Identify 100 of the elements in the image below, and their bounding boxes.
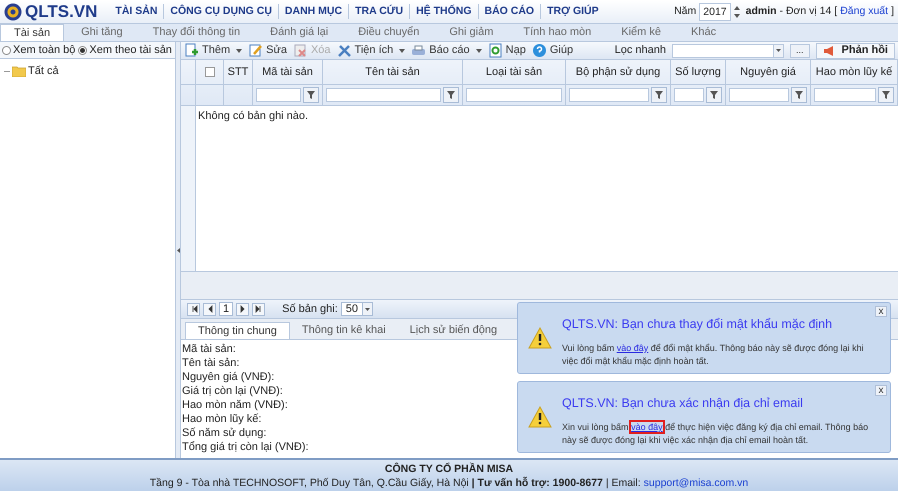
tab[interactable]: Ghi giảm xyxy=(436,24,506,41)
column-header[interactable]: Số lượng xyxy=(671,60,726,84)
page-size-select[interactable]: 50 xyxy=(340,302,374,316)
unit-label: - Đơn vị 14 [ xyxy=(780,4,838,19)
field-label: Số năm sử dụng: xyxy=(182,426,266,440)
here-link[interactable]: vào đây xyxy=(616,342,648,353)
field-label: Giá trị còn lại (VNĐ): xyxy=(182,384,283,398)
filter-button[interactable] xyxy=(303,87,319,103)
tab[interactable]: Tài sản xyxy=(0,24,64,41)
pager-button[interactable] xyxy=(203,302,216,316)
field-label: Mã tài sản: xyxy=(182,342,236,356)
caret-icon[interactable] xyxy=(476,48,482,52)
tools-icon xyxy=(336,43,352,58)
horizontal-scrollbar[interactable] xyxy=(181,271,898,299)
toolbar-button[interactable]: Giúp xyxy=(532,42,574,59)
warning-icon xyxy=(528,406,552,428)
edit-document-icon xyxy=(248,43,264,58)
tab[interactable]: Đánh giá lại xyxy=(257,24,342,41)
field-label: Hao mòn lũy kế: xyxy=(182,412,262,426)
notification-title: QLTS.VN: Bạn chưa xác nhận địa chỉ email xyxy=(562,395,804,412)
column-header[interactable]: Bộ phận sử dụng xyxy=(566,60,671,84)
filter-button[interactable] xyxy=(706,87,722,103)
filter-button[interactable] xyxy=(651,87,667,103)
help-icon xyxy=(532,43,547,58)
pager-button[interactable] xyxy=(252,302,266,316)
column-header[interactable]: Loại tài sản xyxy=(463,60,566,84)
user-name: admin xyxy=(746,4,777,19)
page-field[interactable]: 1 xyxy=(219,302,234,316)
company-name: CÔNG TY CỔ PHẦN MISA xyxy=(384,462,514,476)
pager-button[interactable] xyxy=(187,302,200,316)
logout-link[interactable]: Đăng xuất xyxy=(840,4,888,20)
radio-label[interactable]: Xem toàn bộ xyxy=(13,42,76,58)
filter-field[interactable] xyxy=(814,88,876,102)
select-all-checkbox[interactable] xyxy=(204,67,214,77)
tab[interactable]: Kiểm kê xyxy=(608,24,674,41)
toolbar-button[interactable]: Sửa xyxy=(248,42,287,59)
page-size-label: Số bản ghi: xyxy=(282,302,338,317)
column-header[interactable]: Tên tài sản xyxy=(323,60,463,84)
menu-item[interactable]: CÔNG CỤ DỤNG CỤ xyxy=(163,4,278,20)
collapse-arrow-icon[interactable] xyxy=(176,248,180,252)
filter-button[interactable] xyxy=(878,87,894,103)
quick-filter-field[interactable] xyxy=(672,44,784,58)
column-header[interactable]: STT xyxy=(224,60,253,84)
close-button[interactable]: x xyxy=(875,385,887,396)
menu-item[interactable]: TÀI SẢN xyxy=(109,4,164,20)
folder-icon xyxy=(12,66,26,77)
filter-field[interactable] xyxy=(326,88,441,102)
radio-button[interactable] xyxy=(78,46,88,54)
year-field[interactable]: 2017 xyxy=(699,2,731,20)
filter-field[interactable] xyxy=(569,88,649,102)
filter-field[interactable] xyxy=(674,88,704,102)
filter-button[interactable] xyxy=(791,87,807,103)
warning-icon xyxy=(528,327,552,349)
radio-button[interactable] xyxy=(2,46,11,54)
field-label: Tổng giá trị còn lại (VNĐ): xyxy=(182,440,309,454)
tab[interactable]: Khác xyxy=(678,24,730,41)
toolbar-button[interactable]: Thêm xyxy=(184,42,230,59)
filter-button[interactable] xyxy=(443,87,459,103)
delete-document-icon xyxy=(292,43,308,58)
detail-tab[interactable]: Lịch sử biến động xyxy=(398,322,510,339)
spinner-icon[interactable] xyxy=(734,4,740,18)
more-button[interactable]: ... xyxy=(790,44,810,58)
bracket-text: ] xyxy=(891,4,894,19)
logo-emblem-icon xyxy=(4,2,22,20)
filter-field[interactable] xyxy=(256,88,301,102)
pager-button[interactable] xyxy=(236,302,250,316)
menu-item[interactable]: DANH MỤC xyxy=(278,4,348,20)
funnel-icon xyxy=(710,91,718,99)
menu-item[interactable]: BÁO CÁO xyxy=(478,4,540,20)
tree-item[interactable]: Tất cả xyxy=(28,63,59,80)
tab[interactable]: Thay đổi thông tin xyxy=(140,24,254,41)
tab[interactable]: Điều chuyển xyxy=(345,24,432,41)
refresh-icon xyxy=(488,43,503,58)
tab[interactable]: Tính hao mòn xyxy=(510,24,604,41)
menu-item[interactable]: TRA CỨU xyxy=(348,4,410,20)
column-header[interactable]: Nguyên giá xyxy=(726,60,811,84)
detail-tab[interactable]: Thông tin chung xyxy=(185,322,290,339)
dropdown-icon xyxy=(365,308,370,310)
menu-item[interactable]: TRỢ GIÚP xyxy=(540,4,605,20)
toolbar-button[interactable]: Báo cáo xyxy=(411,42,470,59)
notification-title: QLTS.VN: Bạn chưa thay đổi mật khẩu mặc định xyxy=(562,316,834,333)
filter-field[interactable] xyxy=(466,88,562,102)
arrow-icon xyxy=(254,305,263,313)
filter-field[interactable] xyxy=(729,88,789,102)
tab[interactable]: Ghi tăng xyxy=(68,24,136,41)
menu-item[interactable]: HỆ THỐNG xyxy=(409,4,478,20)
toolbar-button[interactable]: Tiện ích xyxy=(336,42,394,59)
close-button[interactable]: x xyxy=(875,306,887,317)
radio-label[interactable]: Xem theo tài sản xyxy=(89,42,172,58)
caret-icon[interactable] xyxy=(399,48,406,52)
caret-icon[interactable] xyxy=(236,48,242,52)
here-link[interactable]: vào đây xyxy=(631,422,663,432)
column-header[interactable]: Mã tài sản xyxy=(253,60,323,84)
column-header[interactable]: Hao mòn lũy kế xyxy=(811,60,898,84)
email-link[interactable]: support@misa.com.vn xyxy=(644,476,748,490)
toolbar-button[interactable]: Nạp xyxy=(488,42,526,59)
printer-icon xyxy=(411,43,426,58)
feedback-button[interactable]: Phản hồi xyxy=(816,42,895,58)
funnel-icon xyxy=(447,91,455,99)
detail-tab[interactable]: Thông tin kê khai xyxy=(290,322,398,339)
